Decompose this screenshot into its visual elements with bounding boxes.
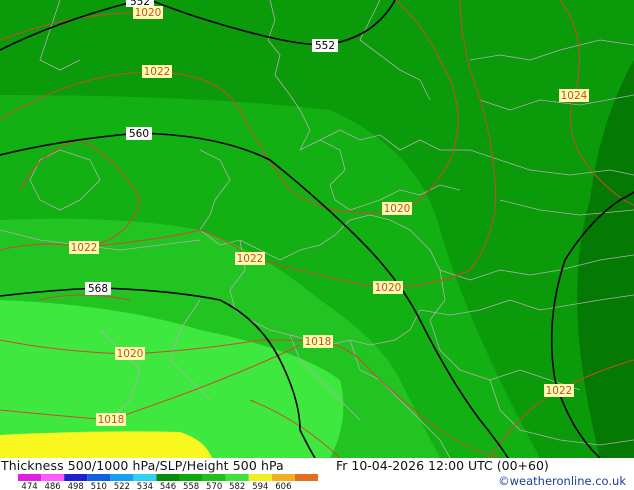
map-title: Thickness 500/1000 hPa/SLP/Height 500 hP… xyxy=(1,458,284,473)
slp-label-1020-c: 1020 xyxy=(373,281,403,294)
slp-label-1024: 1024 xyxy=(559,89,589,102)
slp-label-1018-b: 1018 xyxy=(96,413,126,426)
scale-swatch xyxy=(133,474,157,481)
scale-swatch xyxy=(271,474,295,481)
slp-label-1022-c: 1022 xyxy=(235,252,265,265)
slp-label-1020-d: 1020 xyxy=(115,347,145,360)
scale-swatch xyxy=(18,474,42,481)
scale-swatch xyxy=(87,474,111,481)
slp-label-1022-d: 1022 xyxy=(544,384,574,397)
svg-text:1020: 1020 xyxy=(117,348,144,360)
slp-label-1018-a: 1018 xyxy=(303,335,333,348)
slp-label-1022-a: 1022 xyxy=(142,65,172,78)
slp-label-1022-b: 1022 xyxy=(69,241,99,254)
credit-link[interactable]: ©weatheronline.co.uk xyxy=(498,474,626,488)
height-label-568: 568 xyxy=(85,282,111,295)
svg-text:1020: 1020 xyxy=(384,203,411,215)
slp-label-1020-top: 1020 xyxy=(133,6,163,19)
scale-swatch xyxy=(179,474,203,481)
svg-text:1020: 1020 xyxy=(375,282,402,294)
scale-tick-label: 474 xyxy=(21,482,37,490)
scale-swatch xyxy=(41,474,65,481)
scale-tick-label: 594 xyxy=(252,482,268,490)
scale-swatch xyxy=(64,474,88,481)
scale-swatch xyxy=(248,474,272,481)
scale-tick-label: 534 xyxy=(137,482,153,490)
scale-swatch xyxy=(110,474,134,481)
map-footer: Thickness 500/1000 hPa/SLP/Height 500 hP… xyxy=(0,458,634,490)
scale-swatch xyxy=(294,474,318,481)
svg-text:1022: 1022 xyxy=(71,242,98,254)
scale-tick-label: 498 xyxy=(68,482,84,490)
scale-tick-label: 522 xyxy=(114,482,130,490)
svg-text:1024: 1024 xyxy=(561,90,588,102)
svg-text:552: 552 xyxy=(315,40,335,52)
svg-text:1018: 1018 xyxy=(305,336,332,348)
valid-time: Fr 10-04-2026 12:00 UTC (00+60) xyxy=(336,458,549,473)
scale-tick-label: 486 xyxy=(44,482,60,490)
svg-text:568: 568 xyxy=(88,283,108,295)
svg-text:1018: 1018 xyxy=(98,414,125,426)
scale-tick-label: 582 xyxy=(229,482,245,490)
colour-scale: 474 486 498 510 522 534 546 558 570 582 594 606 xyxy=(18,474,318,490)
map-canvas: 552 552 560 568 1020 1022 1024 1020 1022… xyxy=(0,0,634,458)
svg-text:1022: 1022 xyxy=(144,66,171,78)
scale-tick-label: 546 xyxy=(160,482,176,490)
height-label-552: 552 xyxy=(312,39,338,52)
map-view: 552 552 560 568 1020 1022 1024 1020 1022… xyxy=(0,0,634,490)
scale-swatch xyxy=(156,474,180,481)
svg-text:1020: 1020 xyxy=(135,7,162,19)
scale-swatch xyxy=(202,474,226,481)
scale-tick-label: 606 xyxy=(275,482,291,490)
svg-text:1022: 1022 xyxy=(237,253,264,265)
thickness-band-yellow xyxy=(0,431,212,458)
scale-swatch xyxy=(225,474,249,481)
svg-text:560: 560 xyxy=(129,128,149,140)
slp-label-1020-b: 1020 xyxy=(382,202,412,215)
height-label-560: 560 xyxy=(126,127,152,140)
svg-text:1022: 1022 xyxy=(546,385,573,397)
scale-tick-label: 510 xyxy=(91,482,107,490)
scale-tick-label: 570 xyxy=(206,482,222,490)
scale-tick-label: 558 xyxy=(183,482,199,490)
